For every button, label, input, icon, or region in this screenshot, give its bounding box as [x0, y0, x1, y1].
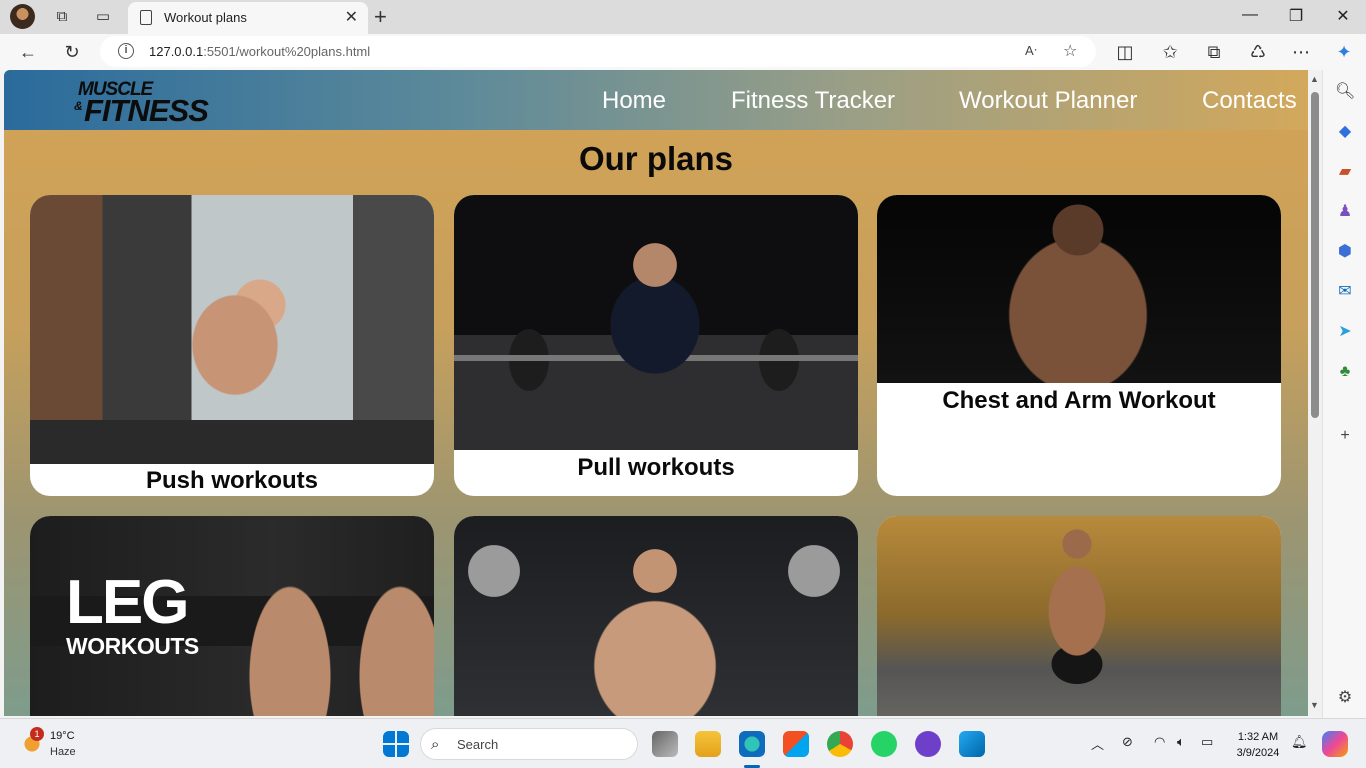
leg-text-big: LEG	[66, 568, 189, 637]
read-aloud-icon[interactable]: Aᐧ	[1025, 43, 1037, 59]
drop-send-icon[interactable]: ➤	[1335, 322, 1355, 342]
games-icon[interactable]: ♟	[1335, 202, 1355, 222]
url-host: 127.0.0.1	[149, 44, 204, 59]
logo-line-2: FITNESS	[84, 93, 209, 128]
leg-workouts-image-text: LEG WORKOUTS	[66, 568, 199, 659]
clock-time: 1:32 AM	[1237, 731, 1279, 743]
copilot-icon[interactable]: ✦	[1332, 40, 1356, 64]
favorite-star-icon[interactable]: ☆	[1063, 41, 1077, 61]
extensions-icon[interactable]: ♺	[1246, 40, 1270, 64]
search-icon[interactable]: 🔍︎	[1335, 82, 1355, 102]
more-menu-icon[interactable]: ⋯	[1289, 40, 1313, 64]
pull-workout-image	[454, 195, 858, 450]
system-clock[interactable]: 1:32 AM 3/9/2024	[1232, 729, 1284, 761]
leg-text-small: WORKOUTS	[66, 633, 199, 659]
edge-sidebar: 🔍︎ ◆ ▰ ♟ ⬢ ✉ ➤ ♣ + ⚙	[1322, 70, 1366, 718]
search-label: Search	[457, 737, 499, 752]
site-info-icon[interactable]: i	[118, 43, 134, 59]
page-scrollbar[interactable]: ▲ ▼	[1308, 70, 1322, 716]
scrollbar-thumb[interactable]	[1311, 92, 1319, 418]
copilot-taskbar-icon[interactable]	[1322, 731, 1348, 757]
push-workout-image	[30, 195, 434, 464]
battery-icon[interactable]: ▭	[1201, 734, 1213, 750]
volume-icon[interactable]: 🔈︎	[1177, 734, 1185, 750]
task-view-icon[interactable]	[652, 731, 678, 757]
card-caption: Pull workouts	[577, 454, 735, 481]
muscle-fitness-logo[interactable]: MUSCLE & FITNESS	[74, 78, 234, 128]
new-tab-button[interactable]: +	[374, 4, 387, 30]
document-icon	[140, 10, 152, 25]
url-path: :5501/workout%20plans.html	[203, 44, 371, 59]
microsoft-store-icon[interactable]	[783, 731, 809, 757]
logo-ampersand: &	[74, 99, 83, 113]
whatsapp-icon[interactable]	[871, 731, 897, 757]
plan-card-push[interactable]: Push workouts	[30, 195, 434, 496]
weather-temperature[interactable]: 19°C	[50, 730, 75, 742]
show-hidden-icons-chevron-icon[interactable]: ︿	[1091, 734, 1104, 753]
chest-arm-workout-image	[877, 195, 1281, 383]
card-caption: Chest and Arm Workout	[942, 387, 1216, 414]
scroll-up-arrow-icon[interactable]: ▲	[1310, 74, 1319, 84]
taskbar-search[interactable]: ⌕ Search	[420, 728, 638, 760]
restore-button[interactable]: ❐	[1284, 6, 1308, 26]
web-page: MUSCLE & FITNESS Home Fitness Tracker Wo…	[4, 70, 1308, 716]
chrome-icon[interactable]	[827, 731, 853, 757]
sidebar-settings-gear-icon[interactable]: ⚙	[1335, 688, 1355, 708]
edge-browser-icon[interactable]	[739, 731, 765, 757]
nav-workout-planner[interactable]: Workout Planner	[959, 87, 1137, 115]
tab-title: Workout plans	[164, 10, 247, 25]
outlook-icon[interactable]: ✉	[1335, 282, 1355, 302]
leg-workout-image: LEG WORKOUTS	[30, 516, 434, 716]
workspaces-icon[interactable]: ⧉	[51, 6, 73, 28]
add-sidebar-item-icon[interactable]: +	[1335, 426, 1355, 446]
favorites-icon[interactable]: ✩	[1158, 40, 1182, 64]
search-icon: ⌕	[431, 736, 440, 753]
url-text[interactable]: 127.0.0.1:5501/workout%20plans.html	[149, 44, 370, 59]
plan-card-shoulder[interactable]	[454, 516, 858, 716]
notification-bell-icon[interactable]: 🔔︎	[1291, 734, 1308, 750]
tools-briefcase-icon[interactable]: ▰	[1335, 162, 1355, 182]
windows-taskbar: 1 19°C Haze ⌕ Search ︿ ⊘ ◠ 🔈︎ ▭ 1:32 AM …	[0, 718, 1366, 768]
weather-condition[interactable]: Haze	[50, 746, 76, 758]
profile-avatar[interactable]	[10, 4, 35, 29]
clock-date: 3/9/2024	[1236, 747, 1280, 759]
microsoft-365-icon[interactable]: ⬢	[1335, 242, 1355, 262]
shopping-tag-icon[interactable]: ◆	[1335, 122, 1355, 142]
close-tab-icon[interactable]: ✕	[345, 7, 358, 27]
scroll-down-arrow-icon[interactable]: ▼	[1310, 700, 1319, 710]
plan-card-chest-arm[interactable]: Chest and Arm Workout	[877, 195, 1281, 496]
back-arrow-icon[interactable]: ←	[16, 40, 40, 64]
vscode-icon[interactable]	[959, 731, 985, 757]
vertical-tabs-icon[interactable]: ▭	[92, 6, 114, 28]
weather-notification-badge: 1	[30, 727, 44, 741]
collections-icon[interactable]: ⧉	[1202, 40, 1226, 64]
nav-contacts[interactable]: Contacts	[1202, 87, 1297, 115]
plan-card-leg[interactable]: LEG WORKOUTS	[30, 516, 434, 716]
nav-fitness-tracker[interactable]: Fitness Tracker	[731, 87, 895, 115]
refresh-icon[interactable]: ↻	[60, 40, 84, 64]
browser-toolbar: ← ↻ i 127.0.0.1:5501/workout%20plans.htm…	[0, 34, 1366, 70]
split-screen-icon[interactable]: ◫	[1113, 40, 1137, 64]
minimize-button[interactable]: —	[1238, 6, 1262, 24]
address-bar[interactable]: i 127.0.0.1:5501/workout%20plans.html Aᐧ…	[100, 36, 1096, 67]
page-title: Our plans	[578, 140, 734, 177]
browser-tab-bar: ⧉ ▭ Workout plans ✕ + — ❐ ✕	[0, 0, 1366, 34]
site-header: MUSCLE & FITNESS Home Fitness Tracker Wo…	[4, 70, 1308, 130]
github-desktop-icon[interactable]	[915, 731, 941, 757]
location-off-icon[interactable]: ⊘	[1122, 734, 1133, 750]
plan-card-cardio[interactable]	[877, 516, 1281, 716]
close-window-button[interactable]: ✕	[1331, 6, 1355, 26]
card-caption: Push workouts	[145, 467, 319, 494]
file-explorer-icon[interactable]	[695, 731, 721, 757]
tab-workout-plans[interactable]: Workout plans ✕	[128, 2, 368, 34]
shoulder-workout-image	[454, 516, 858, 716]
tree-icon[interactable]: ♣	[1335, 362, 1355, 382]
running-workout-image	[877, 516, 1281, 716]
plan-card-pull[interactable]: Pull workouts	[454, 195, 858, 496]
wifi-icon[interactable]: ◠	[1154, 734, 1165, 750]
start-windows-icon[interactable]	[383, 731, 409, 757]
nav-home[interactable]: Home	[602, 87, 666, 115]
